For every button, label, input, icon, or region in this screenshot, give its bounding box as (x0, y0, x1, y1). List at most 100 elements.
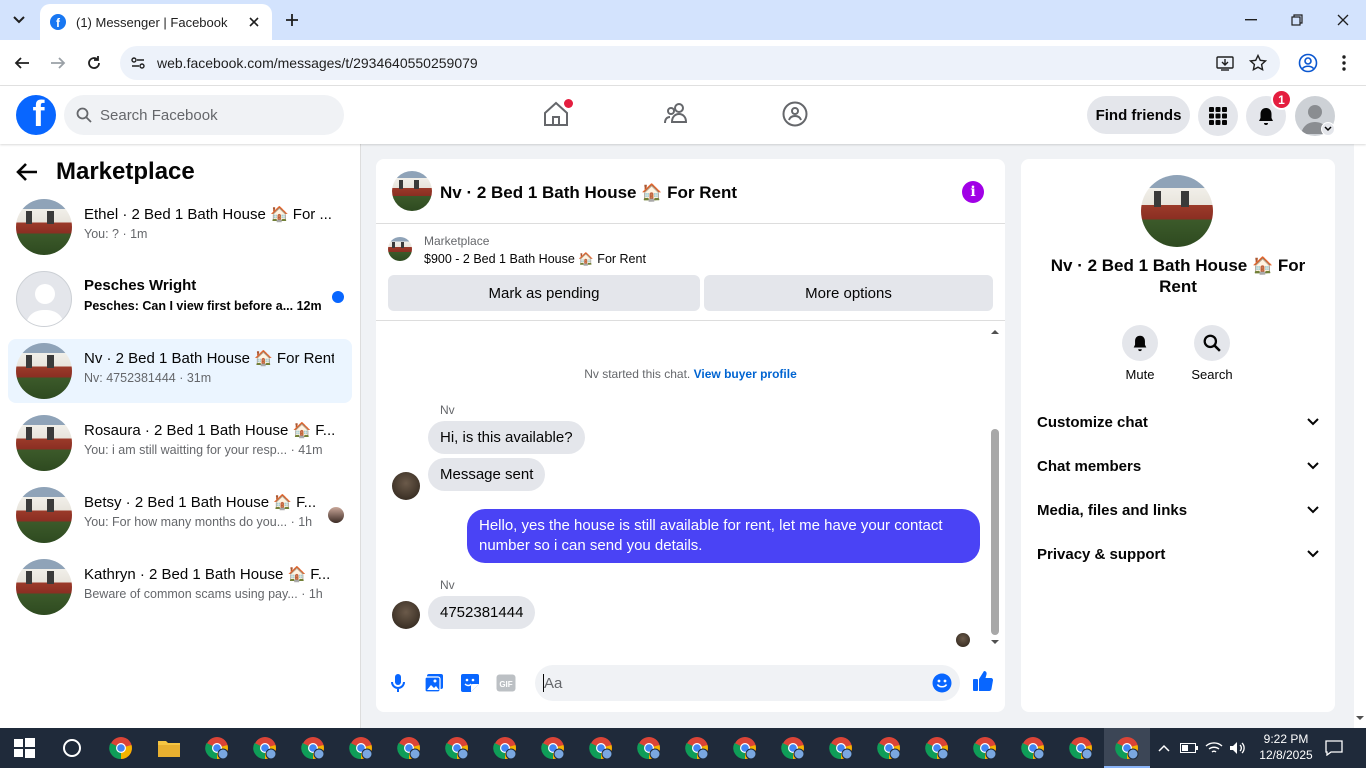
emoji-icon[interactable] (932, 673, 952, 693)
forward-icon[interactable] (46, 51, 70, 75)
new-tab-icon[interactable] (282, 10, 302, 30)
message-input[interactable]: Aa (535, 665, 960, 701)
chat-avatar[interactable] (392, 171, 432, 211)
conversation-item[interactable]: Pesches Wright Pesches: Can I view first… (8, 267, 352, 331)
restore-icon[interactable] (1274, 0, 1320, 40)
section-label: Media, files and links (1037, 501, 1188, 519)
details-avatar[interactable] (1141, 175, 1213, 247)
volume-icon[interactable] (1227, 728, 1249, 768)
conversation-avatar (16, 559, 72, 615)
conversation-name: Rosaura · 2 Bed 1 Bath House 🏠 F... (84, 422, 334, 439)
find-friends-button[interactable]: Find friends (1087, 96, 1190, 134)
conversation-avatar (16, 271, 72, 327)
home-notification-dot (564, 99, 573, 108)
tab-title: (1) Messenger | Facebook (76, 14, 228, 30)
account-chevron-down-icon[interactable] (1321, 122, 1335, 136)
unread-dot (332, 291, 344, 303)
browser-tab[interactable]: f (1) Messenger | Facebook (40, 4, 272, 40)
conversation-name: Pesches Wright (84, 277, 197, 294)
sender-avatar[interactable] (392, 601, 420, 629)
conversation-preview: You: i am still waitting for your resp..… (84, 443, 323, 457)
section-label: Customize chat (1037, 413, 1148, 431)
browser-tab-strip: f (1) Messenger | Facebook (0, 0, 1366, 40)
system-clock[interactable]: 9:22 PM 12/8/2025 (1254, 731, 1318, 763)
active-taskbar-item[interactable] (1104, 728, 1150, 768)
bookmark-star-icon[interactable] (1249, 54, 1267, 72)
chat-members-section[interactable]: Chat members (1037, 444, 1319, 488)
search-in-chat-button[interactable]: Search (1182, 325, 1242, 382)
facebook-header: f Search Facebook Find friends 1 (0, 86, 1366, 144)
battery-icon[interactable] (1178, 728, 1200, 768)
more-options-button[interactable]: More options (704, 275, 993, 311)
profile-icon[interactable] (1296, 51, 1320, 75)
install-app-icon[interactable] (1216, 54, 1234, 72)
action-center-icon[interactable] (1322, 728, 1346, 768)
mark-as-pending-button[interactable]: Mark as pending (388, 275, 700, 311)
details-title: Nv · 2 Bed 1 Bath House 🏠 For Rent (1050, 256, 1306, 296)
menu-grid-icon[interactable] (1198, 96, 1238, 136)
chevron-down-icon (1307, 550, 1319, 558)
conversation-preview: Nv: 4752381444 · 31m (84, 371, 212, 385)
photo-gallery-icon[interactable] (423, 672, 445, 694)
listing-title[interactable]: $900 - 2 Bed 1 Bath House 🏠 For Rent (424, 252, 646, 267)
chrome-profile-taskbar-icons[interactable] (205, 736, 1125, 760)
url-text: web.facebook.com/messages/t/293464055025… (157, 55, 478, 71)
facebook-logo-icon[interactable]: f (16, 95, 56, 135)
customize-chat-section[interactable]: Customize chat (1037, 400, 1319, 444)
conversation-item[interactable]: Kathryn · 2 Bed 1 Bath House 🏠 F... Bewa… (8, 555, 352, 619)
close-tab-icon[interactable] (246, 14, 262, 30)
chevron-down-icon (1307, 506, 1319, 514)
chat-window: Nv · 2 Bed 1 Bath House 🏠 For Rent i Mar… (376, 159, 1005, 712)
chat-scrollbar-thumb[interactable] (991, 429, 999, 635)
conversation-item[interactable]: Ethel · 2 Bed 1 Bath House 🏠 For ... You… (8, 195, 352, 259)
incoming-message[interactable]: 4752381444 (428, 596, 536, 629)
windows-start-icon[interactable] (12, 736, 36, 760)
listing-thumbnail[interactable] (388, 237, 412, 261)
conversation-name: Ethel · 2 Bed 1 Bath House 🏠 For ... (84, 206, 332, 223)
file-explorer-icon[interactable] (157, 736, 181, 760)
microphone-icon[interactable] (387, 672, 409, 694)
clock-date: 12/8/2025 (1259, 748, 1313, 762)
reload-icon[interactable] (82, 51, 106, 75)
groups-icon[interactable] (781, 100, 809, 128)
wifi-icon[interactable] (1203, 728, 1225, 768)
chat-started-notice: Nv started this chat. View buyer profile (376, 367, 1005, 381)
view-buyer-profile-link[interactable]: View buyer profile (694, 367, 797, 381)
gif-icon[interactable]: GIF (495, 672, 517, 694)
incoming-message[interactable]: Message sent (428, 458, 546, 491)
sticker-icon[interactable] (459, 672, 481, 694)
incoming-message[interactable]: Hi, is this available? (428, 421, 585, 454)
cortana-search-icon[interactable] (60, 736, 84, 760)
mute-button[interactable]: Mute (1110, 325, 1170, 382)
facebook-search-input[interactable]: Search Facebook (64, 95, 344, 135)
minimize-icon[interactable] (1228, 0, 1274, 40)
friends-icon[interactable] (662, 100, 690, 128)
bell-icon (1122, 325, 1158, 361)
site-settings-icon[interactable] (130, 55, 146, 71)
media-files-links-section[interactable]: Media, files and links (1037, 488, 1319, 532)
privacy-support-section[interactable]: Privacy & support (1037, 532, 1319, 576)
page-scrollbar[interactable] (1354, 86, 1366, 728)
conversation-preview: You: ? · 1m (84, 227, 148, 241)
tray-expand-icon[interactable] (1154, 728, 1174, 768)
chrome-taskbar-icon[interactable] (109, 736, 133, 760)
back-icon[interactable] (10, 51, 34, 75)
menu-kebab-icon[interactable] (1332, 51, 1356, 75)
seen-receipt-avatar (956, 633, 970, 647)
tab-search-button[interactable] (6, 8, 32, 32)
sender-name: Nv (440, 578, 455, 592)
thumbs-up-icon[interactable] (972, 670, 994, 692)
search-icon (1194, 325, 1230, 361)
info-icon[interactable]: i (962, 181, 984, 203)
search-placeholder: Search Facebook (100, 106, 218, 124)
outgoing-message[interactable]: Hello, yes the house is still available … (467, 509, 980, 563)
conversation-item-active[interactable]: Nv · 2 Bed 1 Bath House 🏠 For Rent Nv: 4… (8, 339, 352, 403)
sender-avatar[interactable] (392, 472, 420, 500)
chat-title[interactable]: Nv · 2 Bed 1 Bath House 🏠 For Rent (440, 183, 737, 203)
listing-banner: Marketplace $900 - 2 Bed 1 Bath House 🏠 … (376, 225, 1005, 321)
close-window-icon[interactable] (1320, 0, 1366, 40)
conversation-item[interactable]: Rosaura · 2 Bed 1 Bath House 🏠 F... You:… (8, 411, 352, 475)
back-arrow-icon[interactable] (16, 162, 38, 182)
conversation-item[interactable]: Betsy · 2 Bed 1 Bath House 🏠 F... You: F… (8, 483, 352, 547)
address-bar[interactable]: web.facebook.com/messages/t/293464055025… (120, 46, 1280, 80)
